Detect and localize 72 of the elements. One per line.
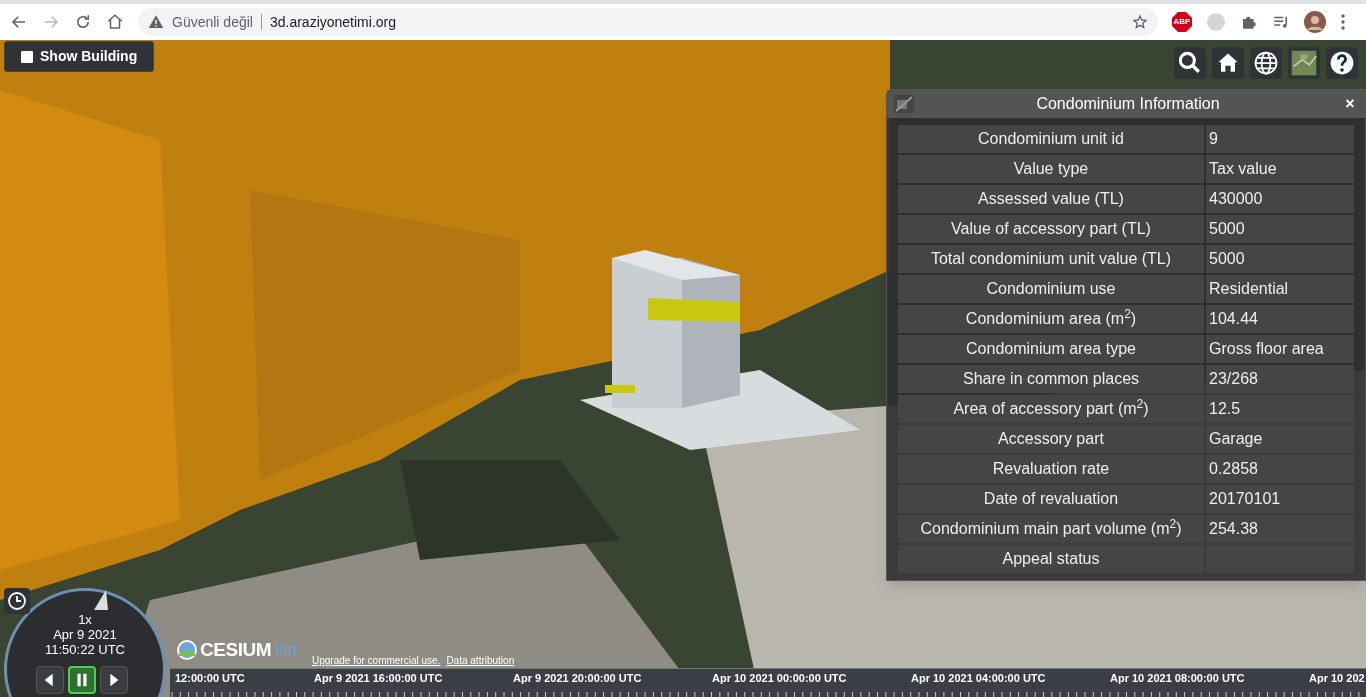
play-button[interactable] [100,666,128,694]
help-button[interactable] [1326,47,1358,79]
field-label: Value of accessory part (TL) [898,215,1204,243]
logo-suffix: ion [275,640,297,661]
field-value: 430000 [1206,185,1354,213]
cesium-logo-icon [176,639,198,662]
checkbox-square[interactable] [21,50,33,63]
field-value: 5000 [1206,215,1354,243]
field-value: Garage [1206,425,1354,453]
field-label: Condominium area type [898,335,1204,363]
address-bar[interactable]: Güvenli değil 3d.araziyonetimi.org [138,8,1158,36]
globe-icon [1252,49,1280,77]
satellite-map-button[interactable] [1288,47,1320,79]
home-button[interactable] [1212,47,1244,79]
field-value: 254.38 [1206,515,1354,543]
timeline-bar[interactable]: 12:00:00 UTC Apr 9 2021 16:00:00 UTC Apr 9 2021 20:00:00 UTC Apr 10 2021 00:00:00 UTC Apr 10 2021 04:00:00 UTC Apr 10 2021 08:00:00 UTC Apr 10 202 [170,668,1366,697]
timeline-label: Apr 10 2021 04:00:00 UTC [911,671,1046,686]
field-label: Date of revaluation [898,485,1204,513]
field-value: Gross floor area [1206,335,1354,363]
panel-title: Condominium Information [1035,94,1221,114]
field-label: Appeal status [898,545,1204,573]
home-icon[interactable] [106,13,124,31]
timeline-label: Apr 10 2021 08:00:00 UTC [1110,671,1245,686]
field-label: Share in common places [898,365,1204,393]
avatar-icon[interactable] [1304,11,1326,33]
warning-icon [148,14,164,30]
adblock-extension-icon[interactable]: ABP [1172,12,1192,32]
date-label: Apr 9 2021 [53,627,117,642]
star-icon[interactable] [1132,14,1148,30]
help-icon [1328,49,1356,77]
field-value: 0.2858 [1206,455,1354,483]
field-label: Condominium unit id [898,125,1204,153]
reverse-button[interactable] [36,666,64,694]
speed-label: 1x [78,612,92,627]
field-label: Total condominium unit value (TL) [898,245,1204,273]
field-value: 23/268 [1206,365,1354,393]
timeline-label: Apr 9 2021 20:00:00 UTC [513,671,642,686]
back-icon[interactable] [10,13,28,31]
security-label: Güvenli değil [172,12,253,32]
reload-icon[interactable] [74,13,92,31]
field-label: Revaluation rate [898,455,1204,483]
camera-off-icon[interactable] [893,94,915,114]
timeline-label: Apr 10 202 [1309,671,1365,686]
field-label: Condominium area (m$^{2}$) [898,305,1204,333]
url-text: 3d.araziyonetimi.org [269,12,397,32]
field-label: Accessory part [898,425,1204,453]
globe-button[interactable] [1250,47,1282,79]
search-button[interactable] [1174,47,1206,79]
field-label: Area of accessory part (m$^{2}$) [898,395,1204,423]
field-value: 9 [1206,125,1354,153]
field-value: Residential [1206,275,1354,303]
time-label: 11:50:22 UTC [45,642,125,657]
field-value: 12.5 [1206,395,1354,423]
field-label: Condominium use [898,275,1204,303]
logo-text: CESIUM [200,638,272,662]
field-value: Tax value [1206,155,1354,183]
timeline-label: Apr 9 2021 16:00:00 UTC [314,671,443,686]
field-label: Value type [898,155,1204,183]
pause-button[interactable] [68,666,96,694]
close-button[interactable]: × [1341,92,1359,116]
field-value: 20170101 [1206,485,1354,513]
field-label: Condominium main part volume (m$^{2}$) [898,515,1204,543]
more-menu-icon[interactable] [1340,13,1346,31]
timeline-label: 12:00:00 UTC [175,671,245,686]
field-label: Assessed value (TL) [898,185,1204,213]
field-value: 104.44 [1206,305,1354,333]
show-building-checkbox[interactable]: Show Building [4,41,155,72]
timeline-label: Apr 10 2021 00:00:00 UTC [712,671,847,686]
dial-pointer-icon [92,590,108,612]
clock-icon[interactable] [4,588,30,614]
field-value: 5000 [1206,245,1354,273]
satellite-map-icon [1290,49,1318,77]
